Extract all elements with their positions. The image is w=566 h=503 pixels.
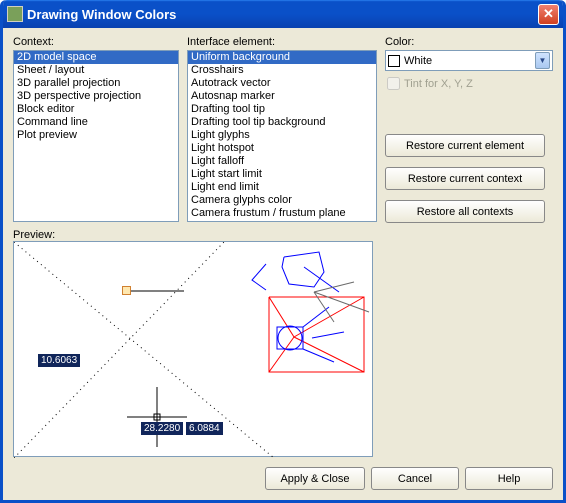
context-listbox[interactable]: 2D model spaceSheet / layout3D parallel … (13, 50, 179, 222)
list-item[interactable]: Autotrack vector (188, 77, 376, 90)
restore-element-button[interactable]: Restore current element (385, 134, 545, 157)
dimension-readout-y: 10.6063 (38, 354, 80, 367)
tint-row: Tint for X, Y, Z (385, 77, 553, 90)
list-item[interactable]: Uniform background (188, 51, 376, 64)
color-label: Color: (385, 36, 553, 48)
list-item[interactable]: Light hotspot (188, 142, 376, 155)
context-column: Context: 2D model spaceSheet / layout3D … (13, 36, 179, 223)
list-item[interactable]: Light end limit (188, 181, 376, 194)
preview-label: Preview: (13, 229, 553, 241)
dialog-footer: Apply & Close Cancel Help (3, 461, 563, 500)
list-item[interactable]: Crosshairs (188, 64, 376, 77)
grip-icon (122, 286, 131, 295)
restore-context-button[interactable]: Restore current context (385, 167, 545, 190)
close-icon: ✕ (543, 6, 554, 22)
list-item[interactable]: 2D model space (14, 51, 178, 64)
list-item[interactable]: Light falloff (188, 155, 376, 168)
list-item[interactable]: 3D parallel projection (14, 77, 178, 90)
apply-close-button[interactable]: Apply & Close (265, 467, 365, 490)
list-item[interactable]: Autosnap marker (188, 90, 376, 103)
help-button[interactable]: Help (465, 467, 553, 490)
color-swatch (388, 55, 400, 67)
dimension-readout-x2: 6.0884 (186, 422, 223, 435)
restore-all-button[interactable]: Restore all contexts (385, 200, 545, 223)
color-value: White (404, 55, 535, 67)
list-item[interactable]: Sheet / layout (14, 64, 178, 77)
list-item[interactable]: Camera glyphs color (188, 194, 376, 207)
list-item[interactable]: Drafting tool tip (188, 103, 376, 116)
chevron-down-icon: ▼ (535, 52, 550, 69)
list-item[interactable]: Camera frustum / frustum plane (188, 207, 376, 220)
app-icon (7, 6, 23, 22)
color-column: Color: White ▼ Tint for X, Y, Z Restore … (385, 36, 553, 223)
context-label: Context: (13, 36, 179, 48)
color-combo[interactable]: White ▼ (385, 50, 553, 71)
cancel-button[interactable]: Cancel (371, 467, 459, 490)
preview-pane: 10.6063 28.2280 6.0884 (13, 241, 373, 457)
list-item[interactable]: Light glyphs (188, 129, 376, 142)
tint-label: Tint for X, Y, Z (404, 78, 473, 90)
titlebar[interactable]: Drawing Window Colors ✕ (3, 0, 563, 28)
iface-column: Interface element: Uniform backgroundCro… (187, 36, 377, 223)
list-item[interactable]: Drafting tool tip background (188, 116, 376, 129)
iface-label: Interface element: (187, 36, 377, 48)
close-button[interactable]: ✕ (538, 4, 559, 25)
dimension-readout-x1: 28.2280 (141, 422, 183, 435)
restore-button-group: Restore current element Restore current … (385, 134, 553, 223)
dialog-window: Drawing Window Colors ✕ Context: 2D mode… (0, 0, 566, 503)
dialog-content: Context: 2D model spaceSheet / layout3D … (3, 28, 563, 461)
iface-listbox[interactable]: Uniform backgroundCrosshairsAutotrack ve… (187, 50, 377, 222)
tint-checkbox (387, 77, 400, 90)
list-item[interactable]: Light start limit (188, 168, 376, 181)
list-item[interactable]: Plot preview (14, 129, 178, 142)
list-item[interactable]: 3D perspective projection (14, 90, 178, 103)
window-title: Drawing Window Colors (27, 7, 538, 22)
list-item[interactable]: Block editor (14, 103, 178, 116)
list-item[interactable]: Command line (14, 116, 178, 129)
